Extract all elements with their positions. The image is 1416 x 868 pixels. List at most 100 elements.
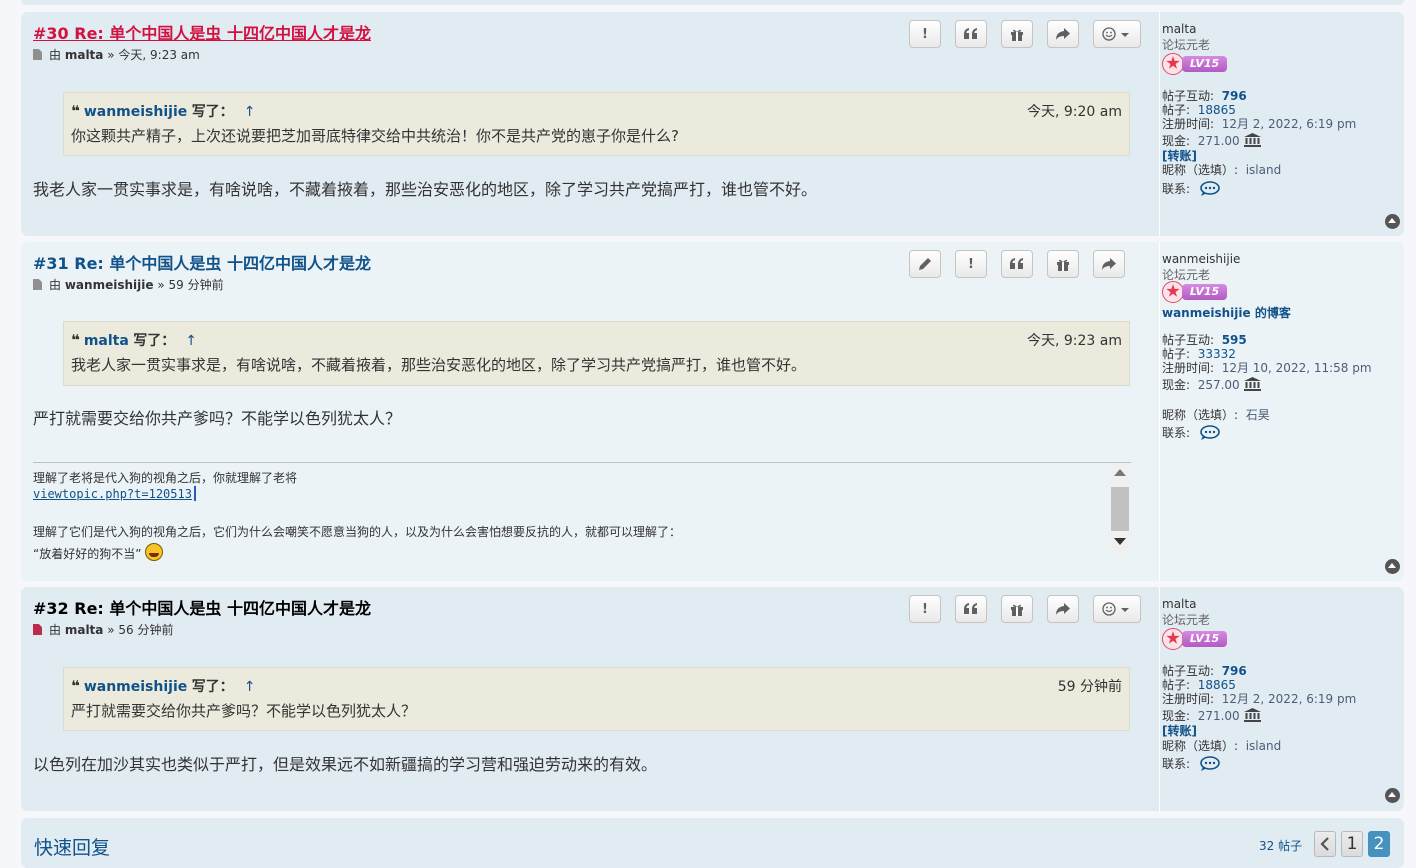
report-button[interactable]: ! (909, 595, 941, 623)
post-30: #30 Re: 单个中国人是虫 十四亿中国人才是龙 由 malta » 今天, … (21, 12, 1404, 236)
quote-author[interactable]: malta (84, 333, 129, 349)
profile-username[interactable]: malta (1162, 22, 1196, 36)
level-badge: LV15 (1162, 628, 1228, 650)
quote-mark-icon: ❝ (71, 102, 80, 120)
author-link[interactable]: wanmeishijie (65, 278, 154, 292)
quote-text: 严打就需要交给你共产爹吗？不能学以色列犹太人？ (71, 702, 417, 720)
profile-contact: 联系: (1162, 180, 1220, 197)
profile-username[interactable]: wanmeishijie (1162, 252, 1240, 266)
post-profile: malta 论坛元老 LV15 帖子互动: 796 帖子: 18865 注册时间… (1159, 12, 1405, 236)
scroll-thumb[interactable] (1111, 487, 1129, 531)
signature-link[interactable]: viewtopic.php?t=120513 (33, 486, 196, 501)
profile-blog-link[interactable]: wanmeishijie 的博客 (1162, 304, 1291, 321)
previous-page-button[interactable] (1314, 831, 1336, 857)
quote-icon (964, 28, 977, 39)
gift-icon (1011, 604, 1023, 616)
quote-block: ❝ wanmeishijie 写了： ↑ 59 分钟前 严打就需要交给你共产爹吗？不… (63, 667, 1130, 731)
share-button[interactable] (1047, 20, 1079, 48)
quote-author[interactable]: wanmeishijie (84, 679, 187, 695)
quote-jump-link[interactable]: ↑ (185, 333, 197, 349)
share-button[interactable] (1047, 595, 1079, 623)
signature-line: 理解了它们是代入狗的视角之后，它们为什么会嘲笑不愿意当狗的人，以及为什么会害怕想… (33, 525, 682, 539)
post-icon (33, 49, 42, 60)
pencil-icon (919, 258, 931, 270)
gift-button[interactable] (1047, 250, 1079, 278)
report-button[interactable]: ! (955, 250, 987, 278)
gift-button[interactable] (1001, 595, 1033, 623)
post-buttons: ! (895, 20, 1141, 48)
bank-icon[interactable] (1243, 133, 1261, 147)
star-icon (1162, 628, 1184, 650)
post-time: » 59 分钟前 (157, 278, 224, 292)
gift-button[interactable] (1001, 20, 1033, 48)
chat-bubble-icon[interactable] (1200, 425, 1220, 440)
post-title[interactable]: #31 Re: 单个中国人是虫 十四亿中国人才是龙 (33, 250, 371, 274)
quote-button[interactable] (955, 595, 987, 623)
share-arrow-icon (1056, 27, 1070, 40)
quote-mark-icon: ❝ (71, 331, 80, 349)
chat-bubble-icon[interactable] (1200, 756, 1220, 771)
signature-scrollbar[interactable] (1109, 463, 1131, 555)
gift-icon (1057, 259, 1069, 271)
post-buttons: ! (895, 595, 1141, 623)
author-link[interactable]: malta (65, 623, 104, 637)
quote-jump-link[interactable]: ↑ (244, 679, 256, 695)
back-to-top-icon[interactable] (1385, 788, 1400, 803)
profile-contact: 联系: (1162, 424, 1220, 441)
post-content: 严打就需要交给你共产爹吗？不能学以色列犹太人？ (33, 409, 402, 428)
quote-author[interactable]: wanmeishijie (84, 104, 187, 120)
gift-icon (1011, 29, 1023, 41)
post-profile: wanmeishijie 论坛元老 LV15 wanmeishijie 的博客 … (1159, 242, 1405, 581)
share-arrow-icon (1102, 257, 1116, 270)
quote-button[interactable] (955, 20, 987, 48)
report-button[interactable]: ! (909, 20, 941, 48)
scroll-down-icon[interactable] (1114, 538, 1126, 545)
profile-username[interactable]: malta (1162, 597, 1196, 611)
level-badge: LV15 (1162, 281, 1228, 303)
reaction-button[interactable] (1093, 595, 1141, 623)
profile-rank: 论坛元老 (1162, 38, 1211, 52)
profile-nickname: 昵称（选填）: 石昊 (1162, 408, 1270, 422)
profile-joined: 注册时间: 12月 2, 2022, 6:19 pm (1162, 117, 1357, 131)
quote-block: ❝ malta 写了： ↑ 今天, 9:23 am 我老人家一贯实事求是，有啥说啥，… (63, 321, 1130, 386)
quote-icon (964, 603, 977, 614)
author-link[interactable]: malta (65, 48, 104, 62)
post-profile: malta 论坛元老 LV15 帖子互动: 796 帖子: 18865 注册时间… (1159, 587, 1405, 811)
scroll-up-icon[interactable] (1114, 469, 1126, 476)
bank-icon[interactable] (1243, 377, 1261, 391)
edit-button[interactable] (909, 250, 941, 278)
quote-jump-link[interactable]: ↑ (244, 104, 256, 120)
quote-header: ❝ malta 写了： ↑ (71, 331, 197, 349)
chat-bubble-icon[interactable] (1200, 181, 1220, 196)
share-button[interactable] (1093, 250, 1125, 278)
quick-reply-link[interactable]: 快速回复 (34, 833, 110, 860)
post-icon (33, 279, 42, 290)
reaction-button[interactable] (1093, 20, 1141, 48)
previous-post-edge (21, 0, 1404, 5)
exclamation-icon: ! (922, 26, 928, 42)
quote-mark-icon: ❝ (71, 677, 80, 695)
post-author-line: 由 malta » 今天, 9:23 am (33, 46, 200, 63)
post-time: » 56 分钟前 (107, 623, 174, 637)
quote-header: ❝ wanmeishijie 写了： ↑ (71, 677, 256, 695)
chevron-left-icon (1320, 837, 1329, 851)
back-to-top-icon[interactable] (1385, 559, 1400, 574)
profile-rank: 论坛元老 (1162, 613, 1211, 627)
back-to-top-icon[interactable] (1385, 214, 1400, 229)
signature-line: 理解了老将是代入狗的视角之后，你就理解了老将 (33, 471, 298, 485)
page-link[interactable]: 1 (1341, 831, 1363, 857)
star-icon (1162, 281, 1184, 303)
profile-nickname: 昵称（选填）: island (1162, 163, 1282, 177)
post-title[interactable]: #30 Re: 单个中国人是虫 十四亿中国人才是龙 (33, 20, 371, 44)
post-time: » 今天, 9:23 am (107, 48, 200, 62)
post-content: 以色列在加沙其实也类似于严打，但是效果远不如新疆搞的学习营和强迫劳动来的有效。 (33, 755, 658, 774)
post-title[interactable]: #32 Re: 单个中国人是虫 十四亿中国人才是龙 (33, 595, 371, 619)
exclamation-icon: ! (922, 601, 928, 617)
bank-icon[interactable] (1243, 708, 1261, 722)
quote-button[interactable] (1001, 250, 1033, 278)
profile-joined: 注册时间: 12月 10, 2022, 11:58 pm (1162, 361, 1372, 375)
post-buttons: ! (895, 250, 1125, 278)
quote-header: ❝ wanmeishijie 写了： ↑ (71, 102, 256, 120)
laughing-emoji-icon (145, 543, 164, 561)
quote-time: 今天, 9:20 am (1026, 104, 1122, 120)
